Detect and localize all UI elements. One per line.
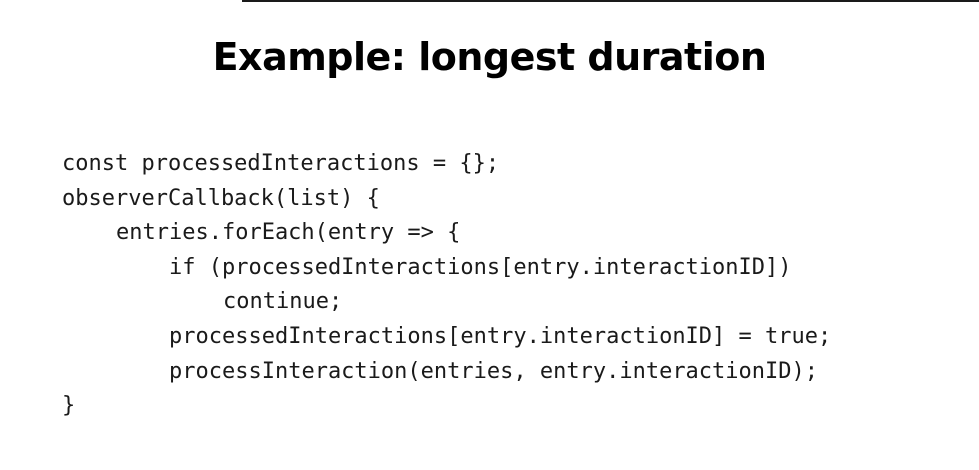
slide: Example: longest duration const processe… <box>0 0 979 470</box>
code-line-1: const processedInteractions = {}; <box>62 151 500 176</box>
code-line-6: processedInteractions[entry.interactionI… <box>169 323 832 349</box>
code-line-2: observerCallback(list) { <box>62 185 380 211</box>
code-line-7: processInteraction(entries, entry.intera… <box>169 358 819 384</box>
code-line-5: continue; <box>223 289 343 315</box>
slide-title: Example: longest duration <box>212 35 767 79</box>
top-divider <box>242 0 979 2</box>
code-line-8: } <box>62 393 76 419</box>
code-line-3: entries.forEach(entry => { <box>116 220 461 246</box>
code-line-4: if (processedInteractions[entry.interact… <box>169 254 792 280</box>
code-block: const processedInteractions = {}; observ… <box>62 147 831 424</box>
